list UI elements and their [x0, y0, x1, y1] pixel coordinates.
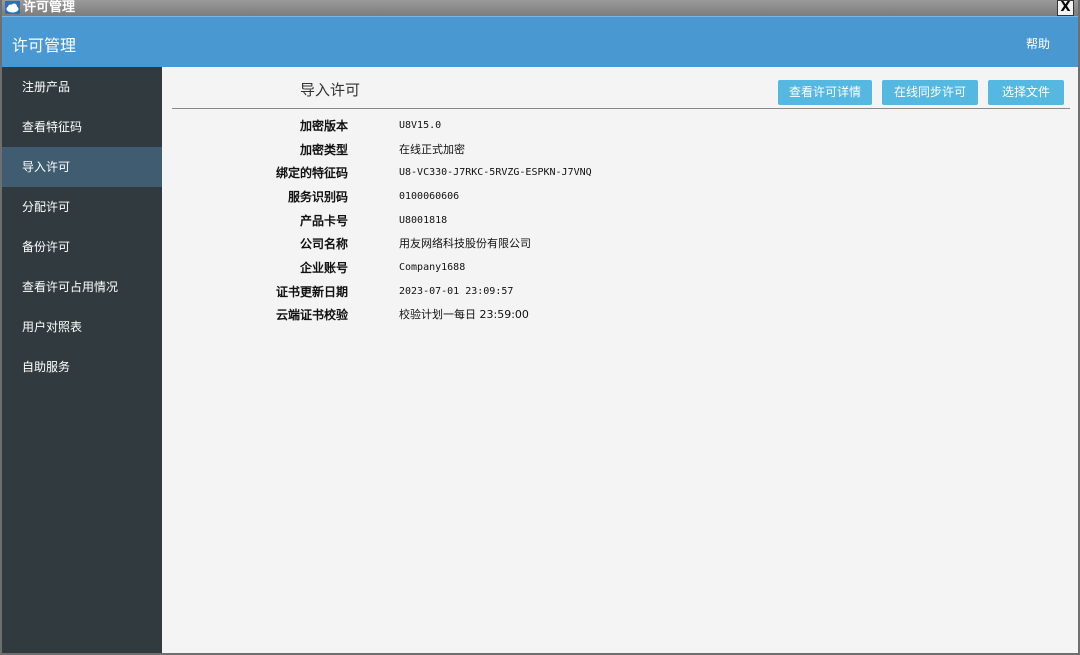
- sidebar-item-view-feature-code[interactable]: 查看特征码: [2, 107, 162, 147]
- sidebar-item-user-mapping[interactable]: 用户对照表: [2, 307, 162, 347]
- info-row-encryption-type: 加密类型 在线正式加密: [162, 141, 1078, 165]
- sidebar-item-license-usage[interactable]: 查看许可占用情况: [2, 267, 162, 307]
- sidebar-item-import-license[interactable]: 导入许可: [2, 147, 162, 187]
- info-row-certificate-update-date: 证书更新日期 2023-07-01 23:09:57: [162, 283, 1078, 307]
- app-header: 许可管理 帮助: [2, 16, 1078, 68]
- info-value: 用友网络科技股份有限公司: [399, 237, 531, 250]
- sidebar: 注册产品 查看特征码 导入许可 分配许可 备份许可 查看许可占用情况 用户对照表…: [2, 67, 162, 653]
- sidebar-item-register-product[interactable]: 注册产品: [2, 67, 162, 107]
- sidebar-item-assign-license[interactable]: 分配许可: [2, 187, 162, 227]
- info-value: Company1688: [399, 262, 466, 273]
- app-cloud-icon: [5, 1, 20, 14]
- info-row-bound-feature-code: 绑定的特征码 U8-VC330-J7RKC-5RVZG-ESPKN-J7VNQ: [162, 164, 1078, 188]
- section-title: 导入许可: [300, 81, 361, 99]
- info-value: 校验计划一每日 23:59:00: [399, 308, 529, 321]
- info-value: U8001818: [399, 215, 448, 226]
- window-title: 许可管理: [23, 0, 76, 15]
- choose-file-button[interactable]: 选择文件: [988, 80, 1064, 105]
- info-label: 绑定的特征码: [275, 166, 348, 180]
- info-label: 产品卡号: [299, 214, 348, 228]
- info-value: U8-VC330-J7RKC-5RVZG-ESPKN-J7VNQ: [399, 167, 592, 178]
- sidebar-item-backup-license[interactable]: 备份许可: [2, 227, 162, 267]
- info-label: 服务识别码: [287, 190, 348, 204]
- close-icon[interactable]: X: [1057, 0, 1074, 16]
- info-row-enterprise-account: 企业账号 Company1688: [162, 259, 1078, 283]
- info-label: 企业账号: [299, 261, 348, 275]
- info-label: 证书更新日期: [275, 285, 348, 299]
- info-label: 公司名称: [299, 237, 348, 251]
- info-value: U8V15.0: [399, 120, 442, 131]
- info-row-service-id: 服务识别码 0100060606: [162, 188, 1078, 212]
- sidebar-item-self-service[interactable]: 自助服务: [2, 347, 162, 387]
- info-label: 加密版本: [299, 119, 348, 133]
- info-row-product-card-number: 产品卡号 U8001818: [162, 212, 1078, 236]
- info-row-company-name: 公司名称 用友网络科技股份有限公司: [162, 235, 1078, 259]
- online-sync-license-button[interactable]: 在线同步许可: [882, 80, 978, 105]
- main-panel: 导入许可 查看许可详情 在线同步许可 选择文件 加密版本 U8V15.0 加密类…: [162, 67, 1078, 653]
- info-row-encryption-version: 加密版本 U8V15.0: [162, 117, 1078, 141]
- license-management-window: 许可管理 X 许可管理 帮助 注册产品 查看特征码 导入许可 分配许可 备份许可…: [0, 0, 1080, 655]
- info-value: 2023-07-01 23:09:57: [399, 286, 514, 297]
- info-value: 0100060606: [399, 191, 460, 202]
- view-license-detail-button[interactable]: 查看许可详情: [778, 80, 872, 105]
- section-divider: [172, 108, 1070, 109]
- info-value: 在线正式加密: [399, 143, 465, 156]
- info-label: 云端证书校验: [275, 308, 348, 322]
- help-link[interactable]: 帮助: [1026, 35, 1050, 52]
- window-titlebar: 许可管理 X: [2, 0, 1078, 16]
- header-title: 许可管理: [12, 36, 77, 55]
- info-label: 加密类型: [299, 143, 348, 157]
- info-row-cloud-certificate-check: 云端证书校验 校验计划一每日 23:59:00: [162, 306, 1078, 330]
